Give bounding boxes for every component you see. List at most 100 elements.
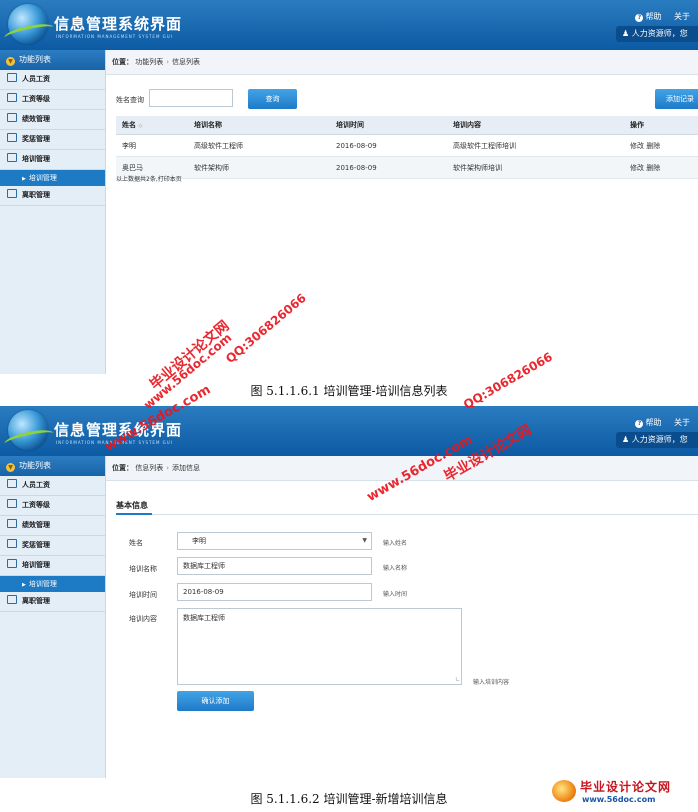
section-divider-accent [116, 513, 152, 515]
document-icon [7, 479, 17, 488]
user-bar[interactable]: ♟ 人力资源师，您 [616, 26, 698, 42]
user-bar[interactable]: ♟ 人力资源师，您 [616, 432, 698, 448]
training-label: 培训名称 [129, 565, 157, 573]
screenshot-training-list: 信息管理系统界面 INFORMATION MANAGEMENT SYSTEM G… [0, 0, 698, 374]
name-label: 姓名 [129, 539, 143, 547]
sidebar-item-label: 绩效管理 [22, 115, 50, 123]
sidebar-item-resignation[interactable]: 离职管理 [0, 592, 105, 612]
chevron-right-icon: › [166, 58, 170, 66]
chat-icon [7, 499, 17, 508]
help-icon: ? [635, 14, 644, 22]
search-button[interactable]: 查询 [248, 89, 297, 109]
sidebar-subitem-label: 培训管理 [28, 580, 57, 588]
content-textarea[interactable]: 数据库工程师 ∟ [177, 608, 462, 685]
help-label: 帮助 [645, 12, 662, 21]
user-label: 人力资源师，您 [631, 435, 688, 444]
sidebar-item-rewards[interactable]: 奖惩管理 [0, 130, 105, 150]
document-icon [7, 595, 17, 604]
sidebar-item-label: 人员工资 [22, 481, 50, 489]
col-name[interactable]: 姓名 ◇ [116, 116, 188, 135]
col-date: 培训时间 [330, 116, 447, 135]
figure-caption-1: 图 5.1.1.6.1 培训管理-培训信息列表 [250, 384, 448, 398]
cell-content: 软件架构师培训 [447, 156, 624, 179]
table-row: 李明 高级软件工程师 2016-08-09 高级软件工程师培训 修改 删除 [116, 134, 698, 157]
document-icon [7, 559, 17, 568]
cell-date: 2016-08-09 [330, 134, 447, 157]
footer-logo: 毕业设计论文网 www.56doc.com [552, 778, 692, 808]
site-logo-icon [552, 780, 576, 802]
about-link[interactable]: 关于 [674, 12, 690, 21]
add-record-button[interactable]: 添加记录 [655, 89, 698, 109]
name-hint: 输入姓名 [383, 540, 408, 547]
help-link[interactable]: ? 帮助 [625, 12, 662, 22]
document-icon [7, 189, 17, 198]
sidebar-subitem-label: 培训管理 [28, 174, 57, 182]
cell-actions: 修改 删除 [624, 156, 698, 179]
training-input[interactable]: 数据库工程师 [177, 557, 372, 575]
cell-training: 高级软件工程师 [188, 134, 330, 157]
date-hint: 输入时间 [383, 591, 408, 598]
section-divider [116, 514, 698, 515]
cell-actions: 修改 删除 [624, 134, 698, 157]
delete-link[interactable]: 删除 [646, 164, 660, 172]
edit-link[interactable]: 修改 [630, 164, 644, 172]
sidebar-item-label: 离职管理 [22, 191, 50, 199]
sidebar-item-training[interactable]: 培训管理 [0, 556, 105, 576]
section-title: 基本信息 [116, 501, 148, 510]
sort-icon: ◇ [138, 123, 143, 129]
cell-content: 高级软件工程师培训 [447, 134, 624, 157]
footer-logo-url: www.56doc.com [582, 795, 656, 804]
edit-link[interactable]: 修改 [630, 142, 644, 150]
sidebar-item-label: 绩效管理 [22, 521, 50, 529]
sidebar-item-salary[interactable]: 人员工资 [0, 70, 105, 90]
footer-logo-text: 毕业设计论文网 [580, 780, 672, 794]
sidebar-item-performance[interactable]: 绩效管理 [0, 516, 105, 536]
about-link[interactable]: 关于 [674, 418, 690, 427]
chevron-right-icon: ▶ [22, 176, 26, 182]
name-select[interactable]: 李明 ▼ [177, 532, 372, 550]
col-actions: 操作 [624, 116, 698, 135]
document-icon [7, 133, 17, 142]
confirm-add-button[interactable]: 确认添加 [177, 691, 254, 711]
col-training: 培训名称 [188, 116, 330, 135]
sidebar-header: ▼ 功能列表 [0, 456, 105, 476]
content-label: 培训内容 [129, 615, 157, 623]
date-input[interactable]: 2016-08-09 [177, 583, 372, 601]
top-links: ? 帮助 关于 [615, 11, 690, 22]
document-icon [7, 153, 17, 162]
sidebar-subitem-training-active[interactable]: ▶ 培训管理 [0, 576, 105, 592]
breadcrumb: 位置： 功能列表 › 信息列表 [106, 50, 698, 75]
cell-date: 2016-08-09 [330, 156, 447, 179]
sidebar-item-label: 离职管理 [22, 597, 50, 605]
app-title: 信息管理系统界面 [54, 15, 183, 33]
delete-link[interactable]: 删除 [646, 142, 660, 150]
edit-icon [7, 113, 17, 122]
help-link[interactable]: ? 帮助 [625, 418, 661, 428]
sidebar-item-label: 培训管理 [22, 561, 50, 569]
sidebar-item-training[interactable]: 培训管理 [0, 150, 105, 170]
breadcrumb-item[interactable]: 信息列表 [135, 464, 163, 472]
sidebar-item-rewards[interactable]: 奖惩管理 [0, 536, 105, 556]
sidebar-subitem-training-active[interactable]: ▶ 培训管理 [0, 170, 105, 186]
name-select-value: 李明 [192, 537, 206, 545]
breadcrumb-item[interactable]: 功能列表 [135, 58, 163, 66]
chat-icon [7, 93, 17, 102]
sidebar-item-label: 工资等级 [22, 95, 50, 103]
breadcrumb-item[interactable]: 添加信息 [172, 464, 200, 472]
sidebar-item-label: 人员工资 [22, 75, 50, 83]
sidebar-header-label: 功能列表 [19, 55, 51, 64]
sidebar-item-salary-level[interactable]: 工资等级 [0, 496, 105, 516]
table-header-row: 姓名 ◇ 培训名称 培训时间 培训内容 操作 [116, 116, 698, 135]
sidebar-item-salary[interactable]: 人员工资 [0, 476, 105, 496]
top-links: ? 帮助 关于 [615, 417, 690, 428]
sidebar: ▼ 功能列表 人员工资 工资等级 绩效管理 奖惩管理 培训管理 ▶ 培训管理 离职管… [0, 50, 106, 374]
app-subtitle: INFORMATION MANAGEMENT SYSTEM GUI [56, 34, 173, 39]
edit-icon [7, 519, 17, 528]
resize-grip-icon[interactable]: ∟ [455, 676, 460, 683]
search-input[interactable] [149, 89, 233, 107]
sidebar-item-performance[interactable]: 绩效管理 [0, 110, 105, 130]
breadcrumb-item[interactable]: 信息列表 [172, 58, 200, 66]
sidebar-item-resignation[interactable]: 离职管理 [0, 186, 105, 206]
app-header: 信息管理系统界面 INFORMATION MANAGEMENT SYSTEM G… [0, 0, 698, 50]
sidebar-item-salary-level[interactable]: 工资等级 [0, 90, 105, 110]
